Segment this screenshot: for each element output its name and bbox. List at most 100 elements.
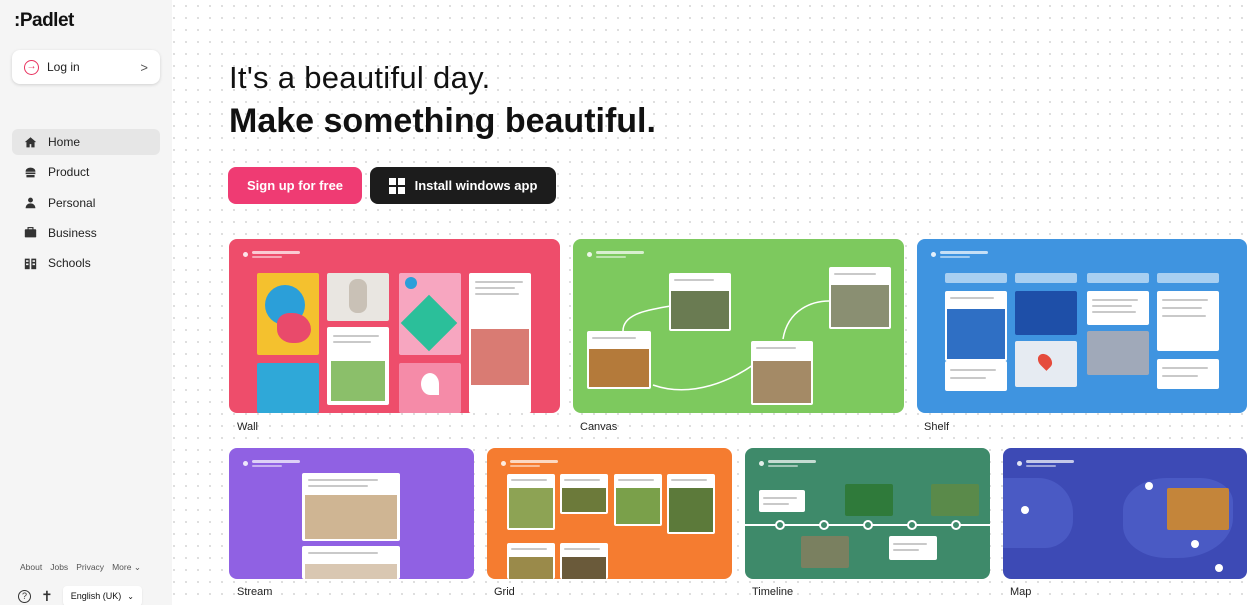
post-thumbnail: [587, 331, 651, 389]
template-card-timeline[interactable]: [745, 448, 990, 579]
signup-button[interactable]: Sign up for free: [228, 167, 362, 204]
login-label: Log in: [47, 60, 80, 74]
home-icon: [24, 136, 37, 147]
post-thumbnail: [889, 536, 937, 560]
hero-headline: Make something beautiful.: [229, 102, 656, 140]
card-header-dot: [243, 461, 248, 466]
template-label-wall: Wall: [237, 421, 258, 433]
post-thumbnail: [945, 291, 1007, 361]
card-header-dot: [931, 252, 936, 257]
footer-bottom: ? ✝ English (UK) ⌄: [18, 586, 142, 605]
footer-links: About Jobs Privacy More ⌄: [20, 562, 141, 573]
template-label-map: Map: [1010, 586, 1032, 598]
sidebar-item-home[interactable]: Home: [12, 129, 160, 155]
sidebar-item-personal[interactable]: Personal: [12, 190, 160, 216]
post-thumbnail: [845, 484, 893, 516]
card-header-bar: [768, 465, 798, 467]
post-thumbnail: [327, 327, 389, 405]
post-thumbnail: [614, 474, 662, 526]
card-header-bar: [1026, 460, 1074, 463]
map-pin-icon: [1191, 540, 1199, 548]
template-label-grid: Grid: [494, 586, 515, 598]
post-thumbnail: [1087, 331, 1149, 375]
map-pin-icon: [1145, 482, 1153, 490]
sidebar-item-label: Product: [48, 165, 90, 180]
post-thumbnail: [469, 273, 531, 413]
post-thumbnail: [560, 543, 608, 579]
template-label-timeline: Timeline: [752, 586, 794, 598]
about-link[interactable]: About: [20, 562, 42, 573]
post-thumbnail: [1157, 291, 1219, 351]
post-thumbnail: [327, 273, 389, 321]
help-icon[interactable]: ?: [18, 589, 31, 603]
more-menu[interactable]: More ⌄: [112, 562, 141, 573]
card-header-bar: [252, 460, 300, 463]
post-thumbnail: [302, 546, 400, 579]
template-label-shelf: Shelf: [924, 421, 950, 433]
post-thumbnail: [1157, 359, 1219, 389]
post-thumbnail: [667, 474, 715, 534]
card-header-bar: [940, 251, 988, 254]
briefcase-icon: [24, 227, 37, 238]
card-header-bar: [510, 465, 540, 467]
jobs-link[interactable]: Jobs: [50, 562, 68, 573]
template-card-map[interactable]: [1003, 448, 1247, 579]
post-thumbnail: [507, 543, 555, 579]
template-card-wall[interactable]: [229, 239, 560, 413]
card-header-bar: [252, 251, 300, 254]
privacy-link[interactable]: Privacy: [76, 562, 104, 573]
post-thumbnail: [829, 267, 891, 329]
template-card-stream[interactable]: [229, 448, 474, 579]
post-thumbnail: [257, 273, 319, 355]
template-label-stream: Stream: [237, 586, 273, 598]
card-header-bar: [252, 465, 282, 467]
sidebar-item-label: Home: [48, 135, 81, 149]
post-thumbnail: [759, 490, 805, 512]
sidebar-item-business[interactable]: Business: [12, 220, 160, 246]
post-thumbnail: [669, 273, 731, 331]
card-header-bar: [1026, 465, 1056, 467]
post-thumbnail: [1087, 291, 1149, 325]
card-header-bar: [510, 460, 558, 463]
sidebar-nav: Home Product Personal Business Schools: [12, 129, 160, 280]
sidebar-item-product[interactable]: Product: [12, 159, 160, 185]
card-header-dot: [243, 252, 248, 257]
map-pin-icon: [1021, 506, 1029, 514]
post-thumbnail: [1167, 488, 1229, 530]
template-card-shelf[interactable]: [917, 239, 1247, 413]
install-windows-app-button[interactable]: Install windows app: [370, 167, 556, 204]
more-label: More: [112, 562, 132, 572]
template-card-grid[interactable]: [487, 448, 732, 579]
padlet-logo[interactable]: :Padlet: [14, 10, 74, 32]
sidebar-item-schools[interactable]: Schools: [12, 250, 160, 276]
accessibility-icon[interactable]: ✝: [41, 588, 53, 605]
login-button[interactable]: → Log in >: [12, 50, 160, 84]
map-pin-icon: [1215, 564, 1223, 572]
hero-greeting: It's a beautiful day.: [229, 60, 491, 95]
post-thumbnail: [945, 361, 1007, 391]
language-select[interactable]: English (UK) ⌄: [62, 586, 142, 605]
card-header-bar: [940, 256, 970, 258]
sidebar-item-label: Schools: [48, 256, 91, 271]
person-icon: [25, 197, 36, 209]
login-icon: →: [24, 59, 39, 75]
sidebar-item-label: Personal: [48, 195, 96, 210]
post-thumbnail: [399, 363, 461, 413]
language-label: English (UK): [70, 591, 122, 601]
sidebar: :Padlet → Log in > Home Product Personal…: [0, 0, 172, 605]
chevron-down-icon: ⌄: [133, 562, 141, 572]
sidebar-item-label: Business: [48, 225, 97, 240]
post-thumbnail: [1015, 341, 1077, 387]
post-thumbnail: [1015, 291, 1077, 335]
template-label-canvas: Canvas: [580, 421, 618, 433]
school-icon: [24, 258, 37, 269]
post-thumbnail: [257, 363, 319, 413]
card-header-bar: [768, 460, 816, 463]
windows-icon: [388, 177, 405, 194]
card-header-dot: [1017, 461, 1022, 466]
chevron-right-icon: >: [140, 59, 148, 75]
post-thumbnail: [931, 484, 979, 516]
install-label: Install windows app: [414, 178, 538, 193]
template-card-canvas[interactable]: [573, 239, 904, 413]
post-thumbnail: [801, 536, 849, 568]
